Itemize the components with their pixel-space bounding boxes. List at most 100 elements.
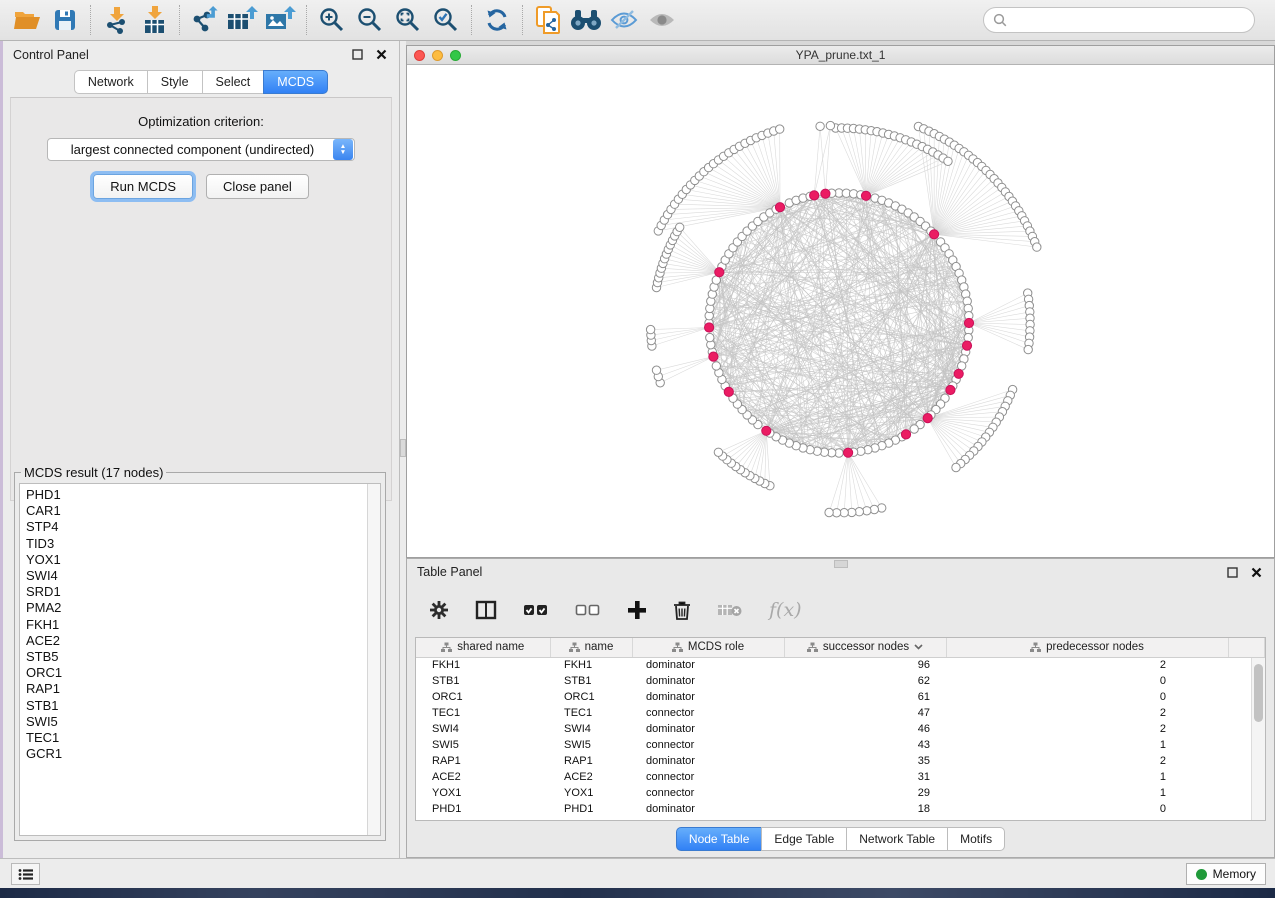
- cell-shared-name[interactable]: YOX1: [416, 785, 550, 801]
- save-session-icon[interactable]: [48, 3, 82, 37]
- add-column-icon[interactable]: [627, 600, 647, 620]
- mcds-hub-node[interactable]: [705, 323, 714, 332]
- cell-MCDS-role[interactable]: connector: [632, 785, 784, 801]
- zoom-out-icon[interactable]: [353, 3, 387, 37]
- cell-MCDS-role[interactable]: dominator: [632, 657, 784, 673]
- mcds-hub-node[interactable]: [930, 230, 939, 239]
- optimization-criterion-select[interactable]: largest connected component (undirected)…: [47, 138, 355, 161]
- mcds-hub-node[interactable]: [715, 268, 724, 277]
- tab-network[interactable]: Network: [74, 70, 147, 94]
- mcds-hub-node[interactable]: [962, 341, 971, 350]
- cell-predecessor-nodes[interactable]: 2: [946, 753, 1228, 769]
- cell-successor-nodes[interactable]: 61: [784, 689, 946, 705]
- cell-MCDS-role[interactable]: connector: [632, 769, 784, 785]
- column-header-MCDS-role[interactable]: MCDS role: [632, 638, 784, 657]
- float-panel-icon[interactable]: [349, 47, 365, 63]
- satellite-node[interactable]: [952, 463, 960, 471]
- result-list-scrollbar[interactable]: [367, 484, 380, 835]
- cell-name[interactable]: SWI5: [550, 737, 632, 753]
- export-image-icon[interactable]: [264, 3, 298, 37]
- cell-MCDS-role[interactable]: dominator: [632, 721, 784, 737]
- mcds-hub-node[interactable]: [810, 191, 819, 200]
- delete-column-icon[interactable]: [673, 600, 691, 621]
- cell-predecessor-nodes[interactable]: 0: [946, 673, 1228, 689]
- result-node-item[interactable]: SWI4: [26, 568, 380, 584]
- cell-successor-nodes[interactable]: 47: [784, 705, 946, 721]
- network-canvas[interactable]: [407, 65, 1274, 557]
- cell-successor-nodes[interactable]: 18: [784, 801, 946, 817]
- cell-name[interactable]: TEC1: [550, 705, 632, 721]
- result-node-item[interactable]: TEC1: [26, 730, 380, 746]
- column-header-successor-nodes[interactable]: successor nodes: [784, 638, 946, 657]
- result-node-item[interactable]: GCR1: [26, 746, 380, 762]
- cell-shared-name[interactable]: ACE2: [416, 769, 550, 785]
- table-row[interactable]: STB1STB1dominator620: [416, 673, 1265, 689]
- network-node[interactable]: [964, 333, 972, 341]
- result-node-item[interactable]: SRD1: [26, 584, 380, 600]
- satellite-node[interactable]: [826, 121, 834, 129]
- cell-successor-nodes[interactable]: 31: [784, 769, 946, 785]
- horizontal-splitter-handle[interactable]: [834, 560, 848, 568]
- cell-predecessor-nodes[interactable]: 1: [946, 785, 1228, 801]
- satellite-node[interactable]: [776, 125, 784, 133]
- tab-style[interactable]: Style: [147, 70, 202, 94]
- mcds-hub-node[interactable]: [946, 385, 955, 394]
- zoom-selected-icon[interactable]: [429, 3, 463, 37]
- close-panel-button[interactable]: Close panel: [206, 174, 309, 199]
- result-node-item[interactable]: CAR1: [26, 503, 380, 519]
- result-node-item[interactable]: STB1: [26, 698, 380, 714]
- cell-MCDS-role[interactable]: dominator: [632, 673, 784, 689]
- search-field[interactable]: [983, 7, 1255, 33]
- close-table-panel-icon[interactable]: [1248, 564, 1264, 580]
- cell-name[interactable]: STB1: [550, 673, 632, 689]
- cell-MCDS-role[interactable]: connector: [632, 705, 784, 721]
- open-file-icon[interactable]: [10, 3, 44, 37]
- satellite-node[interactable]: [714, 448, 722, 456]
- tab-select[interactable]: Select: [202, 70, 264, 94]
- mcds-hub-node[interactable]: [861, 191, 870, 200]
- result-node-item[interactable]: FKH1: [26, 617, 380, 633]
- show-columns-icon[interactable]: [475, 600, 497, 620]
- satellite-node[interactable]: [816, 122, 824, 130]
- result-node-item[interactable]: TID3: [26, 536, 380, 552]
- cell-name[interactable]: PHD1: [550, 801, 632, 817]
- task-history-button[interactable]: [11, 863, 40, 885]
- cell-MCDS-role[interactable]: dominator: [632, 753, 784, 769]
- cell-predecessor-nodes[interactable]: 2: [946, 657, 1228, 673]
- cell-shared-name[interactable]: SWI4: [416, 721, 550, 737]
- cell-predecessor-nodes[interactable]: 2: [946, 705, 1228, 721]
- export-network-icon[interactable]: [188, 3, 222, 37]
- result-node-item[interactable]: STB5: [26, 649, 380, 665]
- column-header-name[interactable]: name: [550, 638, 632, 657]
- import-network-icon[interactable]: [99, 3, 133, 37]
- cell-shared-name[interactable]: FKH1: [416, 657, 550, 673]
- cell-name[interactable]: RAP1: [550, 753, 632, 769]
- cell-shared-name[interactable]: RAP1: [416, 753, 550, 769]
- cell-successor-nodes[interactable]: 35: [784, 753, 946, 769]
- search-network-icon[interactable]: [569, 3, 603, 37]
- cell-predecessor-nodes[interactable]: 1: [946, 769, 1228, 785]
- cell-MCDS-role[interactable]: dominator: [632, 689, 784, 705]
- network-node[interactable]: [712, 362, 720, 370]
- cell-shared-name[interactable]: TEC1: [416, 705, 550, 721]
- network-node[interactable]: [706, 333, 714, 341]
- mcds-hub-node[interactable]: [709, 352, 718, 361]
- cell-name[interactable]: ACE2: [550, 769, 632, 785]
- node-table-grid[interactable]: shared namenameMCDS rolesuccessor nodesp…: [416, 638, 1265, 817]
- satellite-node[interactable]: [944, 157, 952, 165]
- result-node-item[interactable]: YOX1: [26, 552, 380, 568]
- cell-predecessor-nodes[interactable]: 0: [946, 801, 1228, 817]
- table-row[interactable]: YOX1YOX1connector291: [416, 785, 1265, 801]
- cell-predecessor-nodes[interactable]: 0: [946, 689, 1228, 705]
- mcds-hub-node[interactable]: [964, 318, 973, 327]
- table-row[interactable]: ORC1ORC1dominator610: [416, 689, 1265, 705]
- cell-MCDS-role[interactable]: dominator: [632, 801, 784, 817]
- select-all-icon[interactable]: [523, 603, 549, 617]
- table-row[interactable]: PHD1PHD1dominator180: [416, 801, 1265, 817]
- tab-edge-table[interactable]: Edge Table: [761, 827, 846, 851]
- cell-predecessor-nodes[interactable]: 2: [946, 721, 1228, 737]
- table-row[interactable]: SWI4SWI4dominator462: [416, 721, 1265, 737]
- tab-mcds[interactable]: MCDS: [263, 70, 328, 94]
- satellite-node[interactable]: [870, 505, 878, 513]
- cell-successor-nodes[interactable]: 29: [784, 785, 946, 801]
